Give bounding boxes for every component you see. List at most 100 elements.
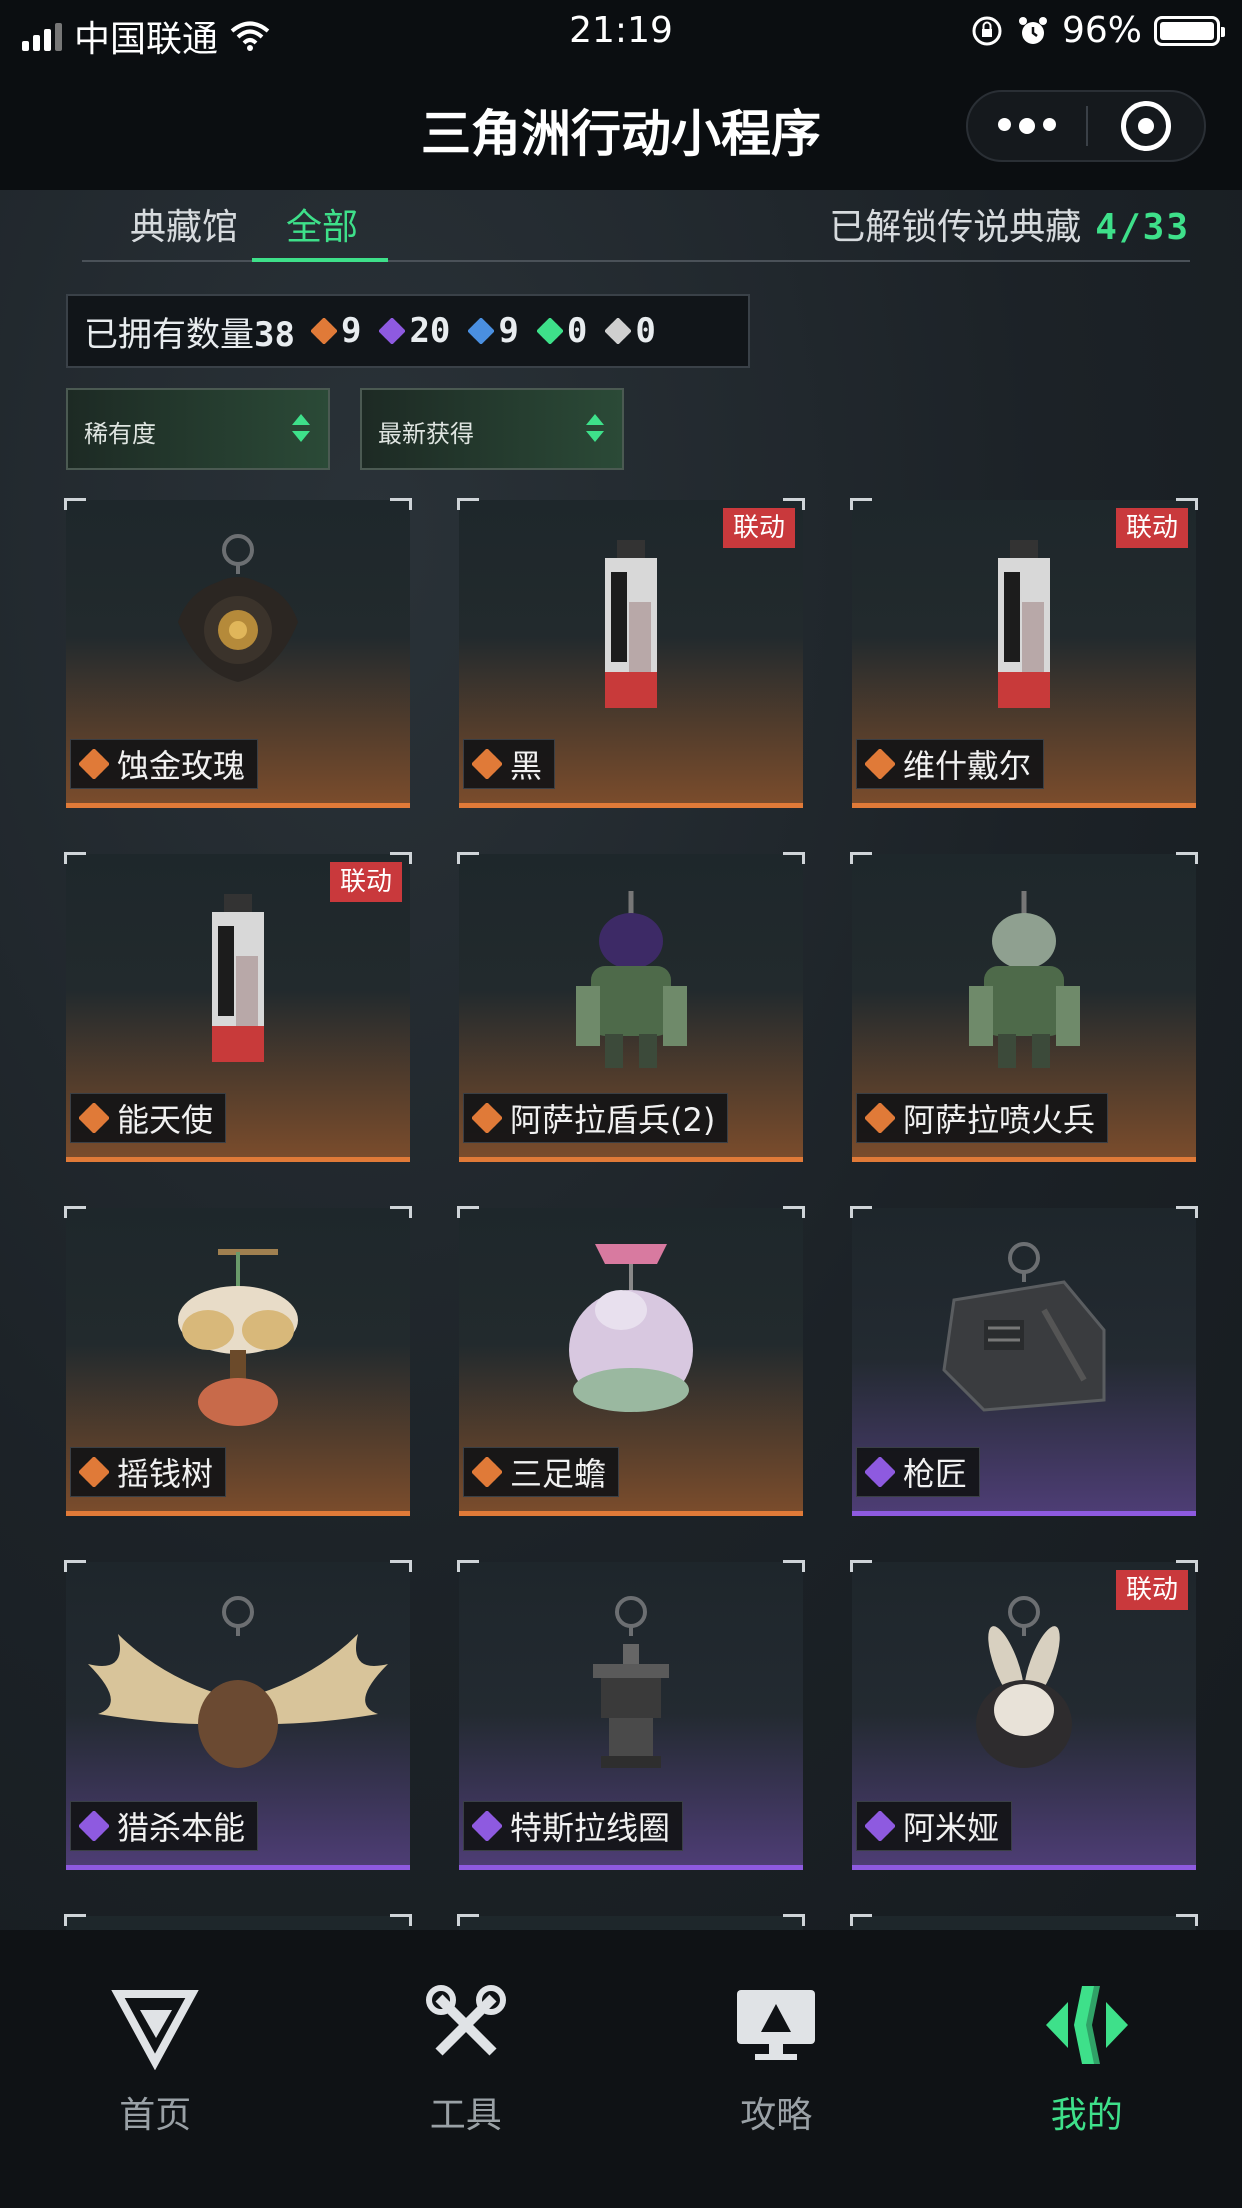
rarity-count-list: 9 20 9 0 0 [310,311,656,351]
delta-logo-icon [110,1980,200,2071]
profile-logo-icon [1042,1980,1132,2070]
card-corner [850,498,872,510]
tab-collection-hall[interactable]: 典藏馆 [130,198,238,250]
item-name: 摇钱树 [117,1455,214,1493]
target-icon [1120,101,1171,151]
rarity-gem-icon [472,749,502,779]
collection-card[interactable]: 联动 能天使 [64,852,412,1162]
rarity-gem-icon [865,1811,895,1841]
item-name: 枪匠 [903,1455,968,1493]
rarity-gem-icon [472,1811,502,1841]
rarity-count-uncommon: 0 [536,311,588,351]
status-right: 96% [970,10,1225,51]
rarity-count-common: 0 [605,311,656,351]
nav-label: 我的 [1050,2095,1123,2136]
collection-card[interactable]: 蚀金玫瑰 [64,498,412,808]
rarity-count-value: 0 [635,311,656,351]
item-name: 能天使 [117,1101,214,1139]
item-name: 黑 [510,747,543,785]
card-corner [783,1914,805,1926]
rarity-gem-icon [79,1811,109,1841]
nav-item-guide[interactable]: 攻略 [621,1930,932,2208]
collection-card[interactable]: 联动黑 [457,498,805,808]
card-label: 三足蟾 [463,1447,620,1497]
sort-select[interactable]: 最新获得 [360,388,624,470]
guide-monitor-icon [731,1980,821,2070]
nav-item-home[interactable]: 首页 [0,1930,311,2208]
nav-label: 工具 [429,2095,502,2136]
rarity-count-value: 9 [340,311,362,351]
card-corner [457,1560,479,1572]
collection-card[interactable]: 阿萨拉盾兵(2) [457,852,805,1162]
rose-pendant-icon [66,522,410,742]
card-label: 黑 [463,739,556,789]
card-label: 阿萨拉盾兵(2) [463,1093,729,1143]
rarity-select-value: 稀有度 [84,420,156,448]
sort-select-value: 最新获得 [378,420,474,448]
collection-card[interactable]: 枪匠 [850,1206,1198,1516]
rarity-gem-icon [79,1103,109,1133]
card-label: 阿萨拉喷火兵 [856,1093,1109,1143]
tree-pendant-icon [66,1230,410,1450]
card-corner [850,1560,872,1572]
bunny-pendant-icon [852,1584,1196,1804]
collection-card[interactable]: 摇钱树 [64,1206,412,1516]
rarity-select[interactable]: 稀有度 [66,388,330,470]
rarity-gem-icon [865,1457,895,1487]
tab-bar: 典藏馆 全部 已解锁传说典藏 4/33 [82,190,1190,262]
rarity-count-value: 0 [566,311,588,351]
nav-item-mine[interactable]: 我的 [932,1930,1242,2208]
collection-card[interactable]: 阿萨拉喷火兵 [850,852,1198,1162]
card-corner [64,1914,86,1926]
tools-icon [421,1980,511,2070]
close-miniprogram-button[interactable] [1088,101,1204,151]
item-name: 阿萨拉盾兵(2) [510,1101,716,1139]
collection-card[interactable]: 特斯拉线圈 [457,1560,805,1870]
card-corner [64,1206,86,1218]
rotation-lock-icon [972,16,1002,45]
figure-pendant-icon [852,876,1196,1096]
rarity-count-value: 20 [409,311,451,351]
item-name: 特斯拉线圈 [510,1809,671,1847]
owned-label: 已拥有数量38 [84,314,295,355]
active-tab-indicator [252,258,388,262]
card-corner [457,1206,479,1218]
card-corner [457,852,479,864]
collection-card-partial[interactable] [64,1914,412,1930]
nav-item-tools[interactable]: 工具 [311,1930,622,2208]
card-corner [850,1914,872,1926]
card-corner [390,1560,412,1572]
collection-card-partial[interactable] [457,1914,805,1930]
nav-label: 攻略 [740,2095,813,2136]
more-menu-button[interactable] [968,118,1086,134]
rarity-count-value: 9 [498,311,519,351]
tab-all[interactable]: 全部 [286,198,358,250]
rarity-gem-icon [865,749,895,779]
rarity-count-legendary: 9 [310,311,362,351]
rarity-gem-icon [472,1457,502,1487]
card-corner [457,1914,479,1926]
miniprogram-capsule [966,90,1206,162]
unlock-count: 4/33 [1095,207,1190,248]
battery-icon [1154,15,1225,46]
collection-card-partial[interactable] [850,1914,1198,1930]
bottom-navigation: 首页 工具 攻略 我的 [0,1930,1242,2208]
rarity-count-rare: 9 [468,311,519,351]
card-corner [1176,1206,1198,1218]
antler-pendant-icon [66,1584,410,1804]
card-corner [390,1206,412,1218]
item-name: 阿米娅 [903,1809,1000,1847]
rarity-gem-icon [536,318,563,344]
card-corner [783,852,805,864]
sort-arrows-icon [586,414,606,442]
nav-label: 首页 [119,2095,192,2136]
battery-percent: 96% [1061,10,1142,51]
collection-card[interactable]: 三足蟾 [457,1206,805,1516]
collection-card[interactable]: 联动 阿米娅 [850,1560,1198,1870]
collection-card[interactable]: 猎杀本能 [64,1560,412,1870]
collection-card[interactable]: 联动 维什戴尔 [850,498,1198,808]
item-name: 维什戴尔 [903,747,1032,785]
rarity-gem-icon [379,318,406,344]
card-label: 能天使 [70,1093,227,1143]
card-corner [457,498,479,510]
